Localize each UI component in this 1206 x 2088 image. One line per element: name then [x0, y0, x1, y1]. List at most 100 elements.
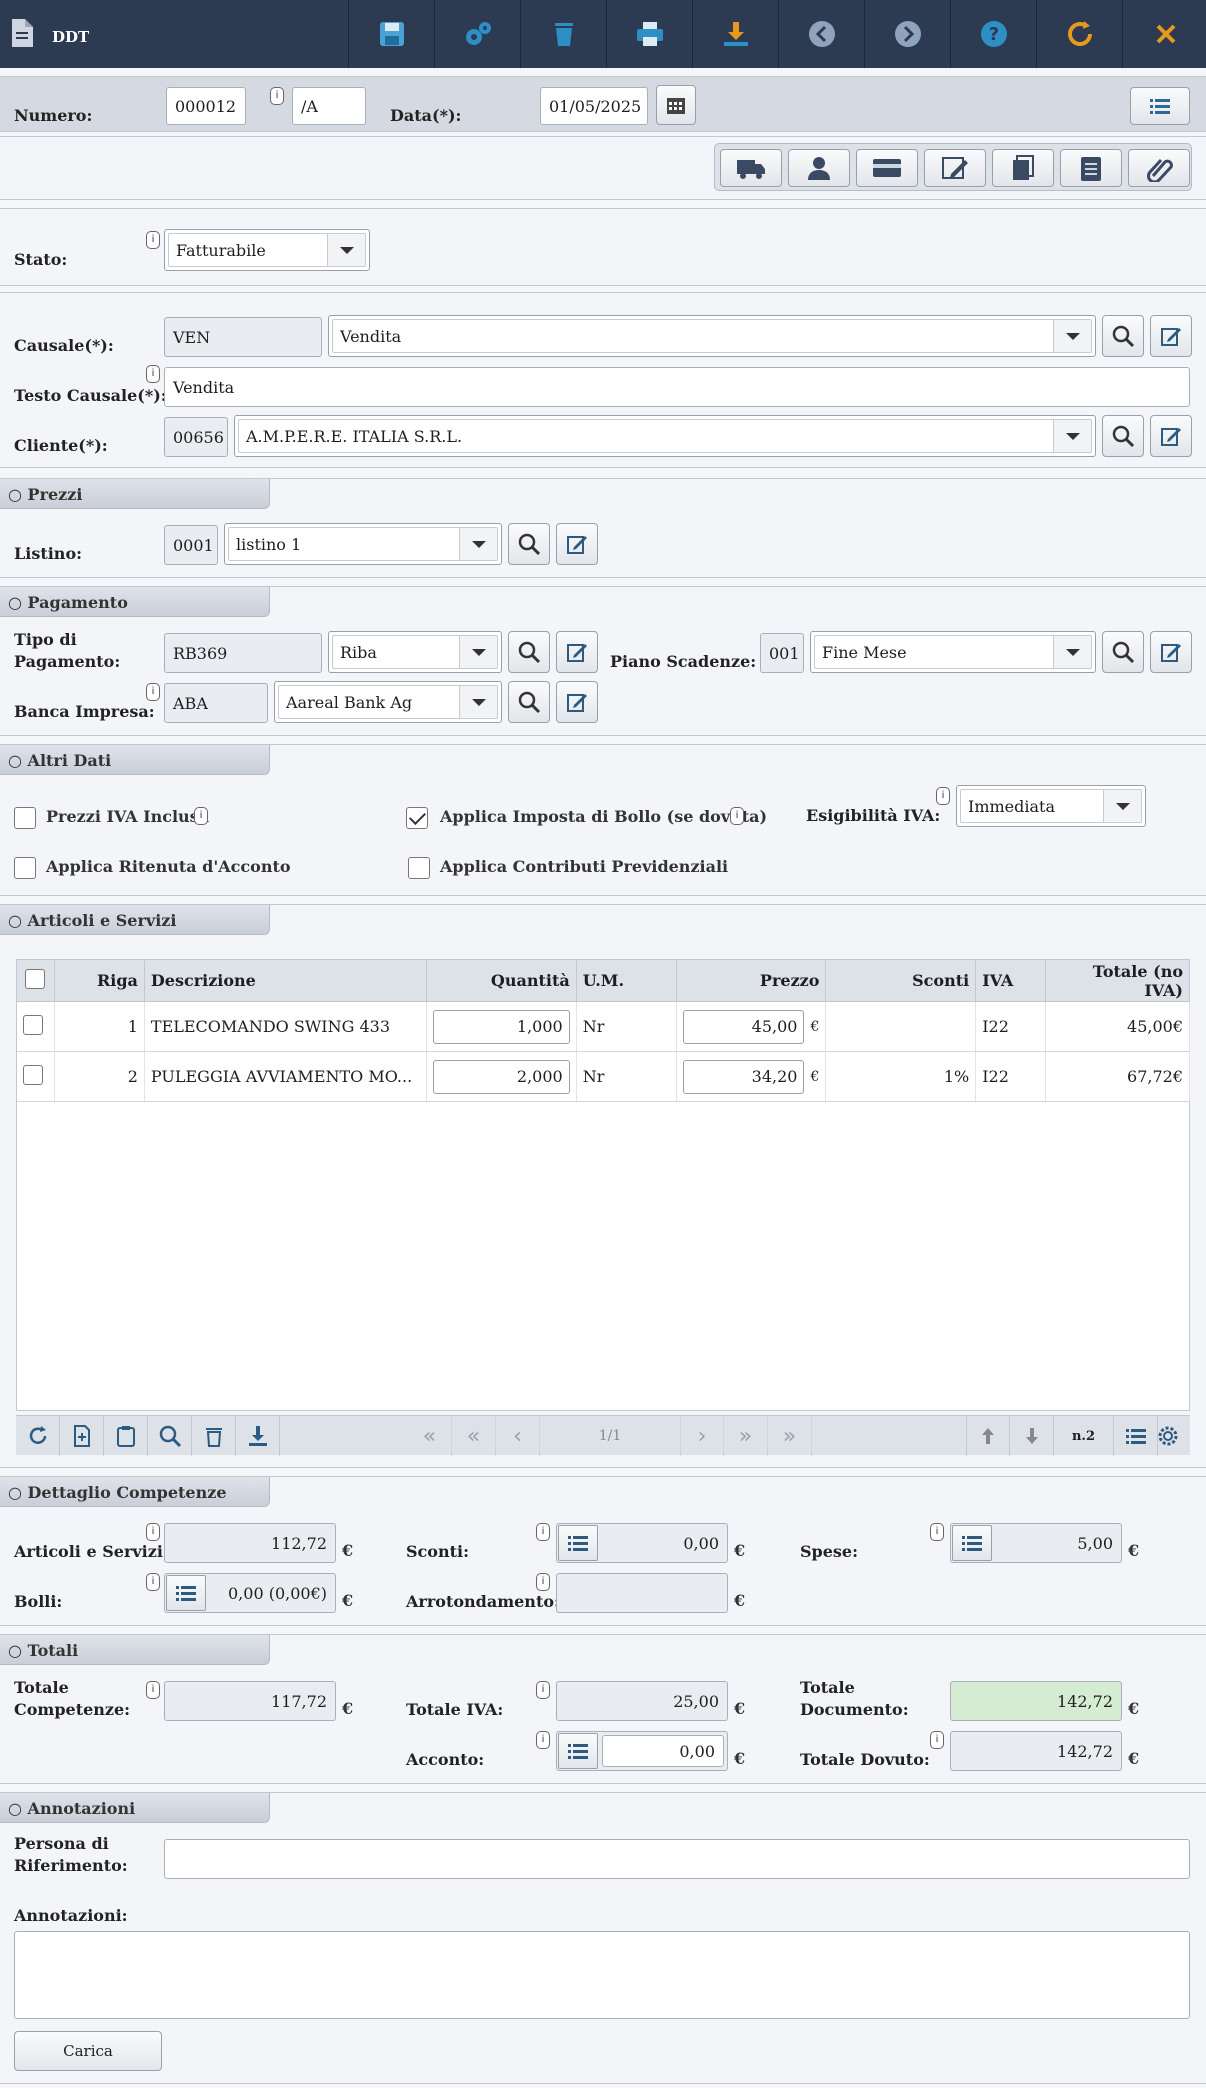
- causale-search-button[interactable]: [1102, 315, 1144, 357]
- prezzi-iva-checkbox[interactable]: [14, 807, 36, 829]
- row-quantita-input[interactable]: 2,000: [432, 1059, 570, 1094]
- transport-button[interactable]: [720, 149, 782, 187]
- numero-input[interactable]: 000012: [166, 87, 246, 125]
- causale-edit-button[interactable]: [1150, 315, 1192, 357]
- row-prezzo-input[interactable]: 45,00: [682, 1009, 805, 1044]
- info-icon[interactable]: i: [146, 365, 160, 383]
- banca-select[interactable]: Aareal Bank Ag: [274, 681, 502, 723]
- piano-search-button[interactable]: [1102, 631, 1144, 673]
- grid-settings-button[interactable]: [1146, 1416, 1190, 1456]
- column-prezzo[interactable]: Prezzo: [675, 959, 827, 1002]
- testo-causale-input[interactable]: Vendita: [164, 367, 1190, 407]
- move-up-button[interactable]: [966, 1416, 1010, 1456]
- totali-header[interactable]: ○ Totali: [0, 1635, 270, 1665]
- ritenuta-checkbox[interactable]: [14, 857, 36, 879]
- paste-row-button[interactable]: [104, 1416, 148, 1456]
- info-icon[interactable]: i: [146, 683, 160, 701]
- client-button[interactable]: [788, 149, 850, 187]
- info-icon[interactable]: i: [730, 807, 744, 825]
- copy-button[interactable]: [992, 149, 1054, 187]
- info-icon[interactable]: i: [146, 231, 160, 249]
- altri-dati-header[interactable]: ○ Altri Dati: [0, 745, 270, 775]
- table-row[interactable]: 1 TELECOMANDO SWING 433 1,000 Nr 45,00 € …: [16, 1001, 1190, 1052]
- table-row[interactable]: 2 PULEGGIA AVVIAMENTO MO... 2,000 Nr 34,…: [16, 1051, 1190, 1102]
- acconto-input[interactable]: 0,00: [602, 1735, 724, 1767]
- column-sconti[interactable]: Sconti: [825, 959, 977, 1002]
- prezzi-header[interactable]: ○ Prezzi: [0, 479, 270, 509]
- next-button[interactable]: [864, 0, 950, 68]
- stato-select[interactable]: Fatturabile: [164, 229, 370, 271]
- refresh-button[interactable]: [1036, 0, 1122, 68]
- suffix-input[interactable]: /A: [292, 87, 366, 125]
- spese-list-button[interactable]: [952, 1525, 992, 1561]
- info-icon[interactable]: i: [194, 807, 208, 825]
- download-button[interactable]: [692, 0, 778, 68]
- save-button[interactable]: [348, 0, 434, 68]
- articoli-header[interactable]: ○ Articoli e Servizi: [0, 905, 270, 935]
- acconto-list-button[interactable]: [558, 1733, 598, 1769]
- select-all-checkbox[interactable]: [25, 968, 46, 989]
- delete-row-button[interactable]: [192, 1416, 236, 1456]
- date-input[interactable]: 01/05/2025: [540, 87, 648, 125]
- column-quantita[interactable]: Quantità: [425, 959, 577, 1002]
- next-page-button[interactable]: ›: [680, 1416, 724, 1456]
- row-descrizione[interactable]: PULEGGIA AVVIAMENTO MO...: [144, 1051, 427, 1102]
- print-button[interactable]: [606, 0, 692, 68]
- attachment-button[interactable]: [1128, 149, 1190, 187]
- banca-edit-button[interactable]: [556, 681, 598, 723]
- column-totale[interactable]: Totale (no IVA): [1045, 959, 1190, 1002]
- bollo-checkbox[interactable]: [406, 807, 428, 829]
- cliente-search-button[interactable]: [1102, 415, 1144, 457]
- contributi-checkbox[interactable]: [408, 857, 430, 879]
- info-icon[interactable]: i: [936, 787, 950, 805]
- banca-search-button[interactable]: [508, 681, 550, 723]
- previous-button[interactable]: [778, 0, 864, 68]
- listino-edit-button[interactable]: [556, 523, 598, 565]
- persona-input[interactable]: [164, 1839, 1190, 1879]
- move-down-button[interactable]: [1010, 1416, 1054, 1456]
- first-page-button[interactable]: «: [408, 1416, 452, 1456]
- esigibilita-select[interactable]: Immediata: [956, 785, 1146, 827]
- column-riga[interactable]: Riga: [53, 959, 145, 1002]
- info-icon[interactable]: i: [270, 87, 284, 105]
- piano-edit-button[interactable]: [1150, 631, 1192, 673]
- add-row-button[interactable]: [60, 1416, 104, 1456]
- grid-search-button[interactable]: [148, 1416, 192, 1456]
- info-icon[interactable]: i: [536, 1523, 550, 1541]
- next-fast-button[interactable]: »: [724, 1416, 768, 1456]
- pagamento-search-button[interactable]: [508, 631, 550, 673]
- row-prezzo-input[interactable]: 34,20: [682, 1059, 805, 1094]
- carica-button[interactable]: Carica: [14, 2031, 162, 2071]
- notes-button[interactable]: [1060, 149, 1122, 187]
- info-icon[interactable]: i: [930, 1523, 944, 1541]
- pagamento-edit-button[interactable]: [556, 631, 598, 673]
- annotazioni-header[interactable]: ○ Annotazioni: [0, 1793, 270, 1823]
- delete-button[interactable]: [520, 0, 606, 68]
- info-icon[interactable]: i: [536, 1573, 550, 1591]
- close-button[interactable]: [1122, 0, 1206, 68]
- info-icon[interactable]: i: [146, 1681, 160, 1699]
- export-button[interactable]: [236, 1416, 280, 1456]
- settings-button[interactable]: [434, 0, 520, 68]
- help-button[interactable]: ?: [950, 0, 1036, 68]
- info-icon[interactable]: i: [930, 1731, 944, 1749]
- listino-select[interactable]: listino 1: [224, 523, 502, 565]
- listino-search-button[interactable]: [508, 523, 550, 565]
- info-icon[interactable]: i: [536, 1681, 550, 1699]
- row-descrizione[interactable]: TELECOMANDO SWING 433: [144, 1001, 427, 1052]
- sconti-list-button[interactable]: [558, 1525, 598, 1561]
- reload-button[interactable]: [16, 1416, 60, 1456]
- cliente-select[interactable]: A.M.P.E.R.E. ITALIA S.R.L.: [234, 415, 1096, 457]
- last-page-button[interactable]: »: [768, 1416, 812, 1456]
- payment-button[interactable]: [856, 149, 918, 187]
- column-descrizione[interactable]: Descrizione: [143, 959, 427, 1002]
- info-icon[interactable]: i: [146, 1523, 160, 1541]
- column-iva[interactable]: IVA: [975, 959, 1047, 1002]
- causale-select[interactable]: Vendita: [328, 315, 1096, 357]
- piano-scadenze-select[interactable]: Fine Mese: [810, 631, 1096, 673]
- pagamento-header[interactable]: ○ Pagamento: [0, 587, 270, 617]
- row-quantita-input[interactable]: 1,000: [432, 1009, 570, 1044]
- info-icon[interactable]: i: [146, 1573, 160, 1591]
- annotazioni-textarea[interactable]: [14, 1931, 1190, 2019]
- calendar-button[interactable]: [656, 85, 696, 125]
